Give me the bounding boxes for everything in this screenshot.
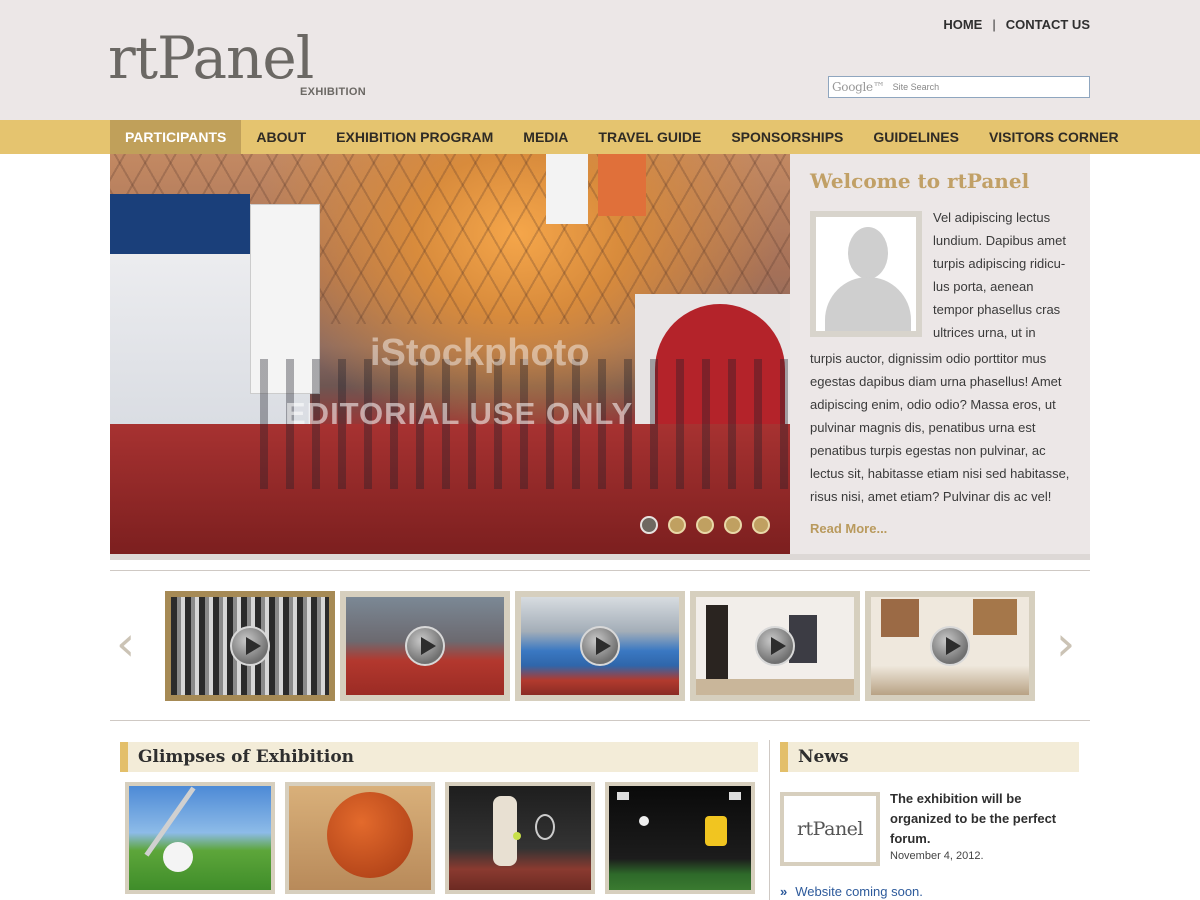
play-icon[interactable]: [580, 626, 620, 666]
watermark-logo: iStockphoto: [370, 332, 590, 374]
read-more-link[interactable]: Read More...: [810, 521, 887, 536]
site-header: rtPanel EXHIBITION HOME | CONTACT US Goo…: [0, 0, 1200, 120]
play-icon[interactable]: [755, 626, 795, 666]
gallery-thumbnail-soccer[interactable]: [605, 782, 755, 894]
column-divider: [769, 740, 770, 900]
play-icon[interactable]: [230, 626, 270, 666]
link-separator: |: [992, 17, 996, 32]
gallery-thumbnail-golf[interactable]: [125, 782, 275, 894]
news-thumbnail[interactable]: rtPanel: [780, 792, 880, 866]
video-thumbnail[interactable]: [690, 591, 860, 701]
nav-item-sponsorships[interactable]: SPONSORSHIPS: [716, 120, 858, 154]
welcome-text: Vel adipiscing lectus lundium. Dapibus a…: [933, 210, 1066, 340]
nav-item-visitors-corner[interactable]: VISITORS CORNER: [974, 120, 1134, 154]
news-link[interactable]: Website coming soon.: [795, 884, 923, 899]
hero-slider-image[interactable]: iStockphoto EDITORIAL USE ONLY: [110, 154, 790, 554]
logo-text: rtPanel: [108, 24, 314, 92]
site-search: Google™: [828, 76, 1090, 98]
slider-dot[interactable]: [724, 516, 742, 534]
avatar: [810, 211, 922, 337]
video-thumbnail[interactable]: [165, 591, 335, 701]
slider-dot[interactable]: [696, 516, 714, 534]
watermark-text: EDITORIAL USE ONLY: [285, 396, 634, 431]
video-carousel: ‹ ›: [110, 582, 1090, 710]
news-link-row: » Website coming soon.: [780, 884, 923, 899]
video-thumbnail[interactable]: [865, 591, 1035, 701]
home-link[interactable]: HOME: [943, 17, 982, 32]
contact-us-link[interactable]: CONTACT US: [1006, 17, 1090, 32]
nav-item-travel-guide[interactable]: TRAVEL GUIDE: [583, 120, 716, 154]
double-chevron-icon: »: [780, 884, 788, 899]
logo-subtitle: EXHIBITION: [300, 86, 366, 98]
news-item-date: November 4, 2012.: [890, 850, 984, 862]
glimpses-title: Glimpses of Exhibition: [138, 747, 355, 767]
gallery-thumbnail-tennis[interactable]: [445, 782, 595, 894]
slider-dot[interactable]: [640, 516, 658, 534]
news-item-title[interactable]: The exhibition will be organized to be t…: [890, 789, 1080, 849]
news-thumb-logo: rtPanel: [784, 796, 876, 862]
video-thumbnail[interactable]: [515, 591, 685, 701]
nav-item-media[interactable]: MEDIA: [508, 120, 583, 154]
site-logo[interactable]: rtPanel EXHIBITION: [108, 26, 370, 106]
nav-item-guidelines[interactable]: GUIDELINES: [858, 120, 974, 154]
welcome-panel: Welcome to rtPanel Vel adipiscing lectus…: [790, 154, 1090, 554]
play-icon[interactable]: [930, 626, 970, 666]
video-thumbnail[interactable]: [340, 591, 510, 701]
top-links: HOME | CONTACT US: [943, 17, 1090, 32]
chevron-left-icon[interactable]: ‹: [116, 616, 135, 672]
welcome-text: turpis auctor, dignissim odio porttitor …: [810, 351, 1070, 504]
glimpses-header: Glimpses of Exhibition: [120, 742, 758, 772]
slider-dot[interactable]: [668, 516, 686, 534]
google-logo: Google™: [832, 80, 885, 94]
search-input[interactable]: [892, 82, 1089, 92]
divider: [110, 554, 1090, 560]
chevron-right-icon[interactable]: ›: [1056, 616, 1075, 672]
gallery-thumbnail-basketball[interactable]: [285, 782, 435, 894]
slider-pagination: [640, 516, 770, 534]
slider-dot[interactable]: [752, 516, 770, 534]
hanging-banner: [546, 154, 588, 224]
divider: [110, 720, 1090, 721]
welcome-title: Welcome to rtPanel: [810, 169, 1030, 193]
news-title: News: [798, 747, 849, 767]
user-silhouette-icon: [848, 227, 888, 279]
divider: [110, 570, 1090, 571]
nav-item-participants[interactable]: PARTICIPANTS: [110, 120, 242, 154]
play-icon[interactable]: [405, 626, 445, 666]
news-header: News: [780, 742, 1079, 772]
main-nav: PARTICIPANTS ABOUT EXHIBITION PROGRAM ME…: [0, 120, 1200, 154]
booth-sign: [110, 194, 250, 254]
nav-item-about[interactable]: ABOUT: [241, 120, 321, 154]
hanging-banner: [598, 154, 646, 216]
nav-item-exhibition-program[interactable]: EXHIBITION PROGRAM: [321, 120, 508, 154]
